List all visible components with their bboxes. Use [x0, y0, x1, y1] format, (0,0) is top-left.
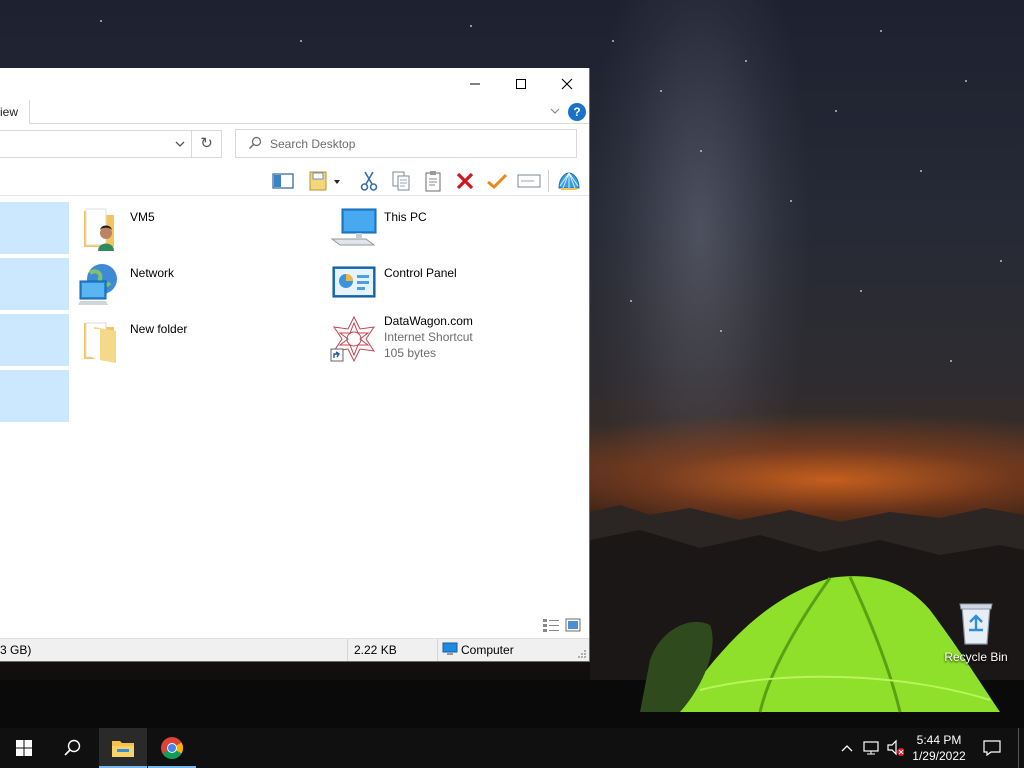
file-name: Network — [130, 266, 175, 280]
nav-pane-item[interactable] — [0, 370, 69, 422]
cut-button[interactable] — [356, 168, 382, 194]
maximize-icon — [516, 79, 526, 89]
clock-date: 1/29/2022 — [912, 749, 966, 763]
taskbar-file-explorer[interactable] — [99, 728, 147, 768]
status-size: 2.22 KB — [348, 639, 438, 661]
recycle-bin-icon — [959, 603, 993, 645]
search-icon — [249, 136, 262, 149]
network-icon — [76, 261, 124, 309]
network-tray-button[interactable] — [862, 739, 880, 757]
cut-icon — [360, 171, 378, 191]
shell-icon — [558, 172, 580, 190]
user-folder-icon — [76, 205, 124, 253]
ribbon-tabs: iew ? — [0, 100, 589, 124]
taskbar: 5:44 PM 1/29/2022 — [0, 728, 1024, 768]
action-center-button[interactable] — [980, 728, 1004, 768]
select-button[interactable] — [484, 168, 510, 194]
chevron-up-icon — [841, 745, 853, 752]
search-icon — [64, 739, 81, 756]
navigation-bar: ↻ — [0, 124, 589, 164]
start-button[interactable] — [0, 728, 48, 768]
computer-icon — [442, 642, 458, 655]
file-item-control-panel[interactable]: Control Panel — [330, 261, 457, 309]
file-item-network[interactable]: Network — [76, 261, 174, 309]
file-name: Control Panel — [384, 266, 457, 280]
minimize-icon — [470, 83, 480, 85]
address-bar[interactable] — [0, 130, 192, 158]
close-icon — [561, 78, 573, 90]
show-desktop-button[interactable] — [1018, 728, 1024, 768]
maximize-button[interactable] — [498, 68, 544, 100]
paste-button[interactable] — [420, 168, 446, 194]
check-icon — [487, 173, 508, 190]
file-name: VM5 — [130, 210, 155, 224]
file-explorer-icon — [112, 741, 134, 757]
command-toolbar — [0, 164, 589, 196]
search-box[interactable] — [235, 129, 577, 158]
volume-tray-button[interactable] — [886, 739, 904, 757]
copy-button[interactable] — [388, 168, 414, 194]
computer-icon — [330, 205, 378, 253]
windows-logo-icon — [16, 740, 32, 756]
control-panel-icon — [330, 261, 378, 309]
recycle-bin-shortcut[interactable]: Recycle Bin — [940, 600, 1012, 664]
status-location-label: Computer — [461, 643, 514, 657]
status-location: Computer — [438, 639, 578, 661]
file-type: Internet Shortcut — [384, 330, 473, 344]
file-name: DataWagon.com — [384, 314, 473, 328]
delete-button[interactable] — [452, 168, 478, 194]
search-button[interactable] — [48, 728, 96, 768]
large-icons-view-icon[interactable] — [565, 618, 581, 632]
file-name: This PC — [384, 210, 427, 224]
file-item-new-folder[interactable]: New folder — [76, 317, 187, 365]
show-hidden-icons[interactable] — [838, 739, 856, 757]
rename-button[interactable] — [516, 168, 542, 194]
chevron-down-icon[interactable] — [548, 104, 562, 118]
toolbar-separator — [548, 170, 549, 192]
file-item-vm5[interactable]: VM5 — [76, 205, 155, 253]
file-item-this-pc[interactable]: This PC — [330, 205, 427, 253]
internet-shortcut-icon — [330, 315, 378, 363]
copy-icon — [392, 171, 410, 191]
paste-icon — [425, 171, 441, 192]
recycle-bin-label: Recycle Bin — [944, 650, 1008, 664]
view-switcher — [543, 618, 581, 632]
file-explorer-window: iew ? ↻ Search Desktop VM5 This PC Netwo… — [0, 68, 590, 662]
details-view-icon[interactable] — [543, 618, 559, 632]
network-icon — [863, 741, 879, 755]
properties-button[interactable] — [306, 168, 342, 194]
nav-pane-item[interactable] — [0, 202, 69, 254]
nav-pane-item[interactable] — [0, 314, 69, 366]
file-list-pane: VM5 This PC Network Control Panel New fo… — [0, 197, 589, 637]
chevron-down-icon[interactable] — [173, 137, 187, 151]
file-item-datawagon[interactable]: DataWagon.com Internet Shortcut 105 byte… — [330, 309, 473, 363]
system-clock[interactable]: 5:44 PM 1/29/2022 — [905, 732, 973, 764]
volume-muted-icon — [887, 739, 904, 756]
minimize-button[interactable] — [452, 68, 498, 100]
folder-icon — [76, 317, 124, 365]
status-bar: 3 GB) 2.22 KB Computer — [0, 638, 589, 661]
clock-time: 5:44 PM — [916, 733, 962, 747]
refresh-button[interactable]: ↻ — [192, 130, 222, 158]
nav-pane-item[interactable] — [0, 258, 69, 310]
resize-grip-icon[interactable] — [577, 649, 587, 659]
rename-icon — [517, 174, 541, 188]
file-name: New folder — [130, 322, 188, 336]
delete-icon — [456, 172, 474, 190]
properties-icon — [309, 171, 340, 191]
notification-icon — [983, 740, 1001, 756]
file-size: 105 bytes — [384, 346, 437, 360]
preview-pane-icon — [272, 173, 294, 189]
chrome-icon — [161, 737, 183, 759]
title-bar[interactable] — [0, 68, 589, 100]
shell-button[interactable] — [556, 168, 582, 194]
search-input[interactable] — [270, 135, 560, 153]
preview-pane-button[interactable] — [270, 168, 296, 194]
close-button[interactable] — [544, 68, 589, 100]
help-icon[interactable]: ? — [568, 103, 586, 121]
taskbar-chrome[interactable] — [148, 728, 196, 768]
tab-view[interactable]: iew — [0, 100, 30, 124]
status-free-space: 3 GB) — [0, 639, 348, 661]
refresh-icon: ↻ — [200, 135, 213, 152]
